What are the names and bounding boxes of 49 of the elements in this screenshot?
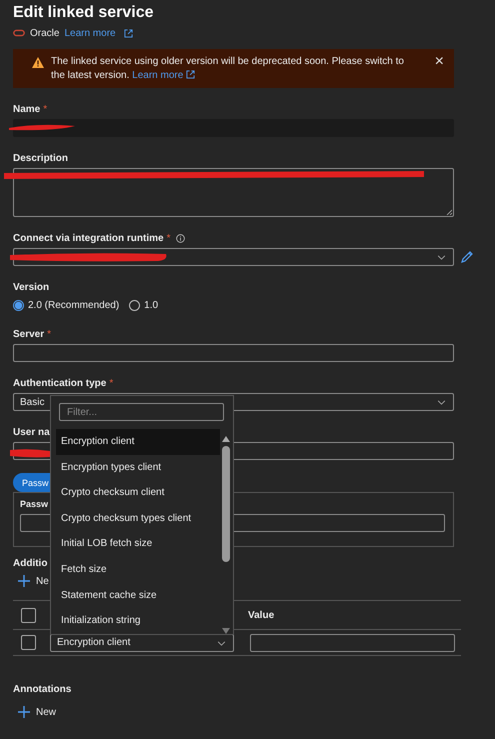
required-mark: * (43, 104, 48, 114)
field-label: Server (13, 328, 44, 340)
learn-more-link[interactable]: Learn more (64, 28, 116, 38)
field-label: Name (13, 104, 40, 114)
field-label: Version (13, 282, 50, 292)
required-mark: * (47, 328, 52, 340)
learn-more-link[interactable]: Learn more (132, 70, 196, 81)
new-button[interactable]: New (13, 704, 56, 720)
version-radio[interactable]: 2.0 (Recommended) (13, 300, 120, 310)
oracle-logo-icon (13, 29, 25, 37)
column-header: Value (248, 610, 274, 620)
runtime-dropdown[interactable] (13, 248, 454, 266)
resize-grip-icon[interactable] (446, 209, 452, 215)
dropdown-option[interactable]: Crypto checksum types client (56, 506, 220, 532)
row-checkbox[interactable] (21, 635, 36, 650)
chevron-down-icon (437, 255, 446, 260)
field-label: User na (13, 426, 50, 438)
select-all-checkbox[interactable] (21, 608, 36, 622)
plus-icon (18, 706, 30, 718)
service-type: Oracle (30, 28, 60, 38)
warning-icon (32, 57, 44, 68)
field-label: Connect via integration runtime (13, 232, 164, 244)
dropdown-option[interactable]: Initial LOB fetch size (56, 531, 220, 557)
filter-field[interactable]: Filter... (59, 403, 224, 421)
value-field[interactable] (250, 634, 455, 652)
panel-title: Edit linked service (13, 4, 155, 22)
dropdown-option[interactable]: Statement cache size (56, 582, 220, 608)
plus-icon (18, 575, 30, 587)
version-radio[interactable]: 1.0 (129, 300, 158, 310)
close-button[interactable]: × (434, 55, 444, 69)
field-label: Passw (20, 499, 50, 511)
dropdown-option[interactable]: Fetch size (56, 556, 220, 583)
chevron-down-icon (437, 400, 446, 405)
required-mark: * (109, 378, 114, 388)
server-field[interactable] (13, 344, 454, 362)
dropdown-option[interactable]: Initialization string (56, 608, 220, 634)
section-label: Annotations (13, 684, 72, 694)
chevron-down-icon (217, 640, 226, 646)
dropdown-option[interactable]: Encryption client (56, 429, 220, 455)
edit-icon[interactable] (460, 250, 474, 264)
field-label: Authentication type (13, 378, 106, 388)
section-label: Additio (13, 558, 48, 568)
required-mark: * (166, 232, 170, 244)
warning-message: The linked service using older version will be deprecated soon. Please switch to the latest version. Learn more (51, 55, 405, 83)
new-button[interactable]: Ne (13, 573, 49, 589)
field-label: Description (13, 152, 68, 164)
info-icon (176, 234, 186, 242)
external-link-icon (186, 70, 196, 79)
external-link-icon (124, 28, 133, 38)
